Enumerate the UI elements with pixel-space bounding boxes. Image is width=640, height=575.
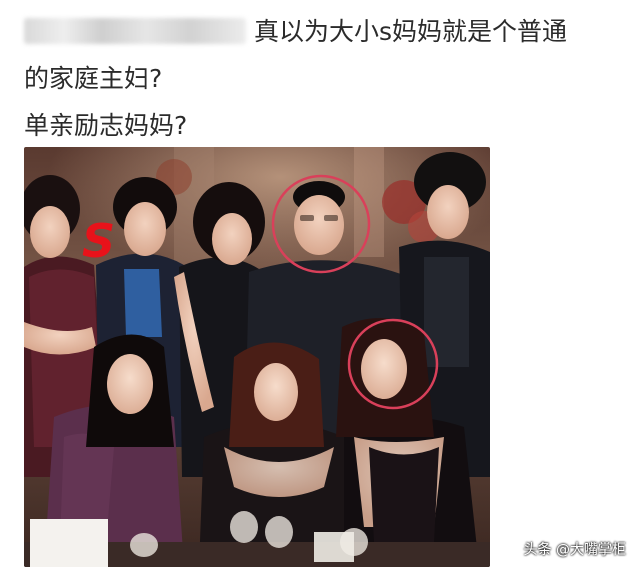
caption-line-3: 单亲励志妈妈? [24, 111, 188, 140]
caption-line-2: 的家庭主妇? [24, 64, 163, 93]
head-back-man [293, 181, 345, 255]
post-caption: 真以为大小s妈妈就是个普通 的家庭主妇? 单亲励志妈妈? [24, 8, 624, 149]
blurred-username [24, 18, 246, 44]
annotation-s-mark: S [82, 214, 115, 268]
head-front-left [86, 334, 174, 447]
caption-text-1: 真以为大小s妈妈就是个普通 [254, 17, 568, 46]
caption-line-1: 真以为大小s妈妈就是个普通 [24, 8, 624, 55]
group-photo: S [24, 147, 490, 567]
table-card [30, 519, 108, 567]
source-watermark: 头条 @大嘴掌柜 [523, 542, 626, 558]
head-front-middle [229, 342, 324, 447]
